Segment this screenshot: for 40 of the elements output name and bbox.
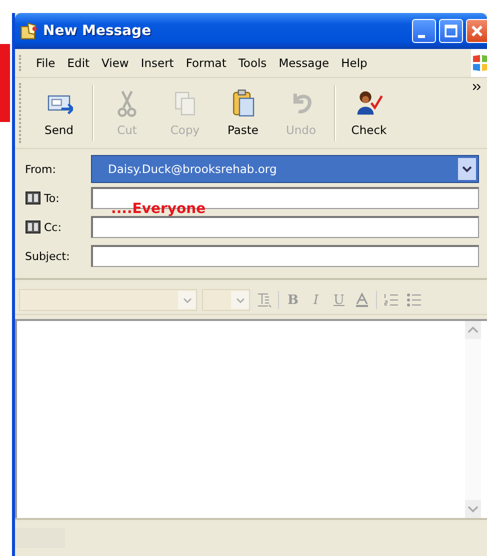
maximize-icon [442,22,460,40]
message-body[interactable] [15,319,487,518]
chevron-icon[interactable] [473,84,481,90]
font-dropdown[interactable] [19,289,197,311]
menu-item[interactable]: Edit [61,56,96,70]
bulleted-list-icon[interactable] [405,291,423,309]
font-color-icon[interactable] [353,291,371,309]
paragraph-style-icon[interactable] [255,291,273,309]
field-label: Cc: [44,220,62,234]
address-book-icon[interactable] [25,219,41,235]
menu-item[interactable]: Insert [134,56,180,70]
menu-item[interactable]: File [30,56,62,70]
field-label: Subject: [25,250,70,262]
menu-item[interactable]: Message [272,56,336,70]
menu-item[interactable]: View [96,56,135,70]
minimize-button[interactable] [412,19,436,43]
address-field[interactable] [91,216,479,238]
scroll-up-icon[interactable] [465,321,481,339]
from-dropdown[interactable]: Daisy.Duck@brooksrehab.org [91,155,479,183]
menu-item[interactable]: Help [335,56,374,70]
scroll-bar[interactable] [465,321,481,518]
minimize-icon [418,34,424,38]
size-dropdown[interactable] [202,289,250,311]
menu-item[interactable]: Tools [232,56,273,70]
field-label: From: [25,162,56,176]
paste-button[interactable]: Paste [214,85,272,141]
maximize-button[interactable] [439,19,463,43]
windows-logo-icon [471,49,487,77]
close-button[interactable] [466,19,487,43]
check-button[interactable]: Check [340,85,398,141]
subject-field[interactable] [91,245,479,267]
window-title: New Message [43,23,152,39]
status-pane [15,528,65,548]
address-book-icon[interactable] [25,190,41,206]
menu-item[interactable]: Format [180,56,232,70]
send-button[interactable]: Send [30,85,88,141]
person-check-icon [355,89,383,117]
field-label: To: [44,192,60,204]
scroll-down-icon[interactable] [465,500,481,518]
annotation-text: ....Everyone [111,201,206,217]
